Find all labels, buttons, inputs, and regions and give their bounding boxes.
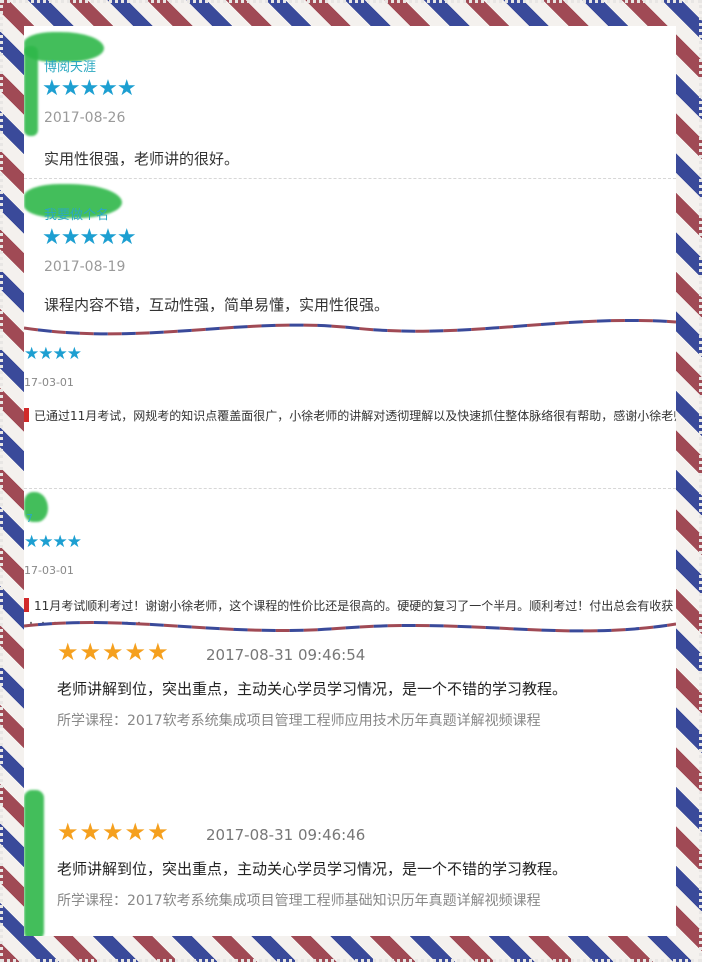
review-text: 课程内容不错，互动性强，简单易懂，实用性很强。: [44, 296, 390, 314]
course-info: 所学课程：2017软考系统集成项目管理工程师基础知识历年真题详解视频课程: [57, 890, 541, 910]
course-info: 所学课程：2017软考系统集成项目管理工程师应用技术历年真题详解视频课程: [57, 710, 541, 730]
red-marker: [24, 598, 29, 612]
course-link[interactable]: 2017软考系统集成项目管理工程师基础知识历年真题详解视频课程: [127, 893, 541, 909]
divider: [24, 488, 676, 489]
redaction-mark: [24, 790, 44, 936]
review-date: 17-03-01: [24, 376, 74, 389]
review-text: 老师讲解到位，突出重点，主动关心学员学习情况，是一个不错的学习教程。: [57, 680, 568, 698]
torn-edge: [24, 318, 676, 342]
reviewer-name[interactable]: 博阅天涯: [44, 56, 96, 75]
star-rating: ★★★★★: [42, 76, 137, 101]
review-text: 老师讲解到位，突出重点，主动关心学员学习情况，是一个不错的学习教程。: [57, 860, 568, 878]
review-datetime: 2017-08-31 09:46:54: [206, 646, 366, 664]
course-link[interactable]: 2017软考系统集成项目管理工程师应用技术历年真题详解视频课程: [127, 713, 541, 729]
review-date: 17-03-01: [24, 564, 74, 577]
divider: [24, 178, 676, 179]
star-rating: ★★★★: [24, 344, 82, 364]
star-rating: ★★★★★: [57, 818, 170, 846]
reviewer-name[interactable]: 7: [26, 512, 33, 525]
review-screenshot-a: 博阅天涯 ★★★★★ 2017-08-26 实用性很强，老师讲的很好。 我要做个…: [24, 26, 676, 332]
course-label: 所学课程：: [57, 893, 127, 909]
review-screenshot-c: ★★★★★ 2017-08-31 09:46:54 老师讲解到位，突出重点，主动…: [24, 630, 676, 936]
review-text: 11月考试顺利考过！谢谢小徐老师，这个课程的性价比还是很高的。硬硬的复习了一个半…: [34, 599, 674, 613]
star-rating: ★★★★★: [57, 638, 170, 666]
review-date: 2017-08-26: [44, 110, 126, 126]
star-rating: ★★★★★: [42, 225, 137, 250]
review-datetime: 2017-08-31 09:46:46: [206, 826, 366, 844]
red-marker: [24, 408, 29, 422]
reviewer-name[interactable]: 我要做个名: [44, 204, 109, 223]
redaction-mark: [24, 46, 38, 136]
torn-edge: [24, 621, 676, 642]
review-date: 2017-08-19: [44, 259, 126, 275]
review-text: 实用性很强，老师讲的很好。: [44, 150, 240, 168]
star-rating: ★★★★: [24, 532, 82, 552]
review-screenshot-b: ★★★★ 17-03-01 已通过11月考试，网规考的知识点覆盖面很广，小徐老师…: [24, 332, 676, 630]
review-text: 已通过11月考试，网规考的知识点覆盖面很广，小徐老师的讲解对透彻理解以及快速抓住…: [34, 409, 676, 423]
course-label: 所学课程：: [57, 713, 127, 729]
review-collage: 博阅天涯 ★★★★★ 2017-08-26 实用性很强，老师讲的很好。 我要做个…: [24, 26, 676, 936]
